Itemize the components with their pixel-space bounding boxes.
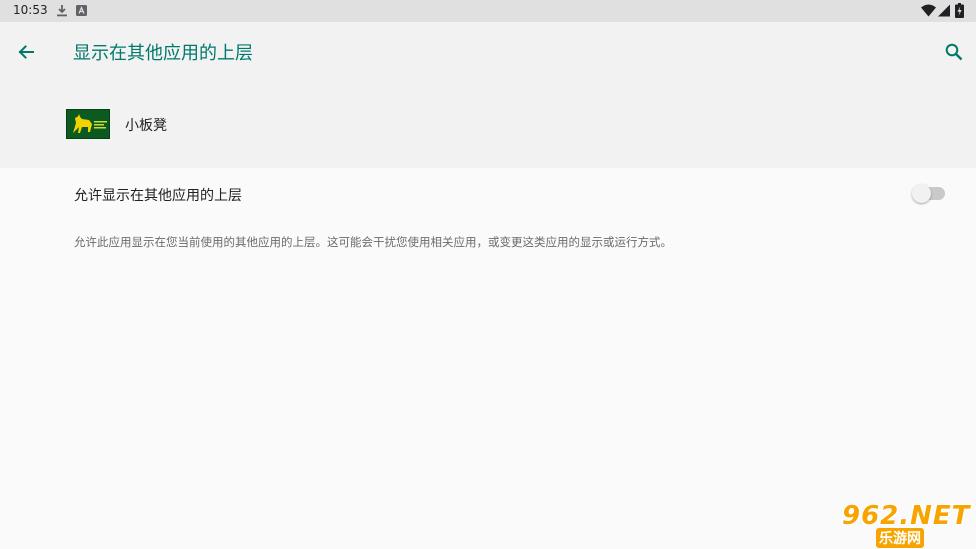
allow-overlay-setting[interactable]: 允许显示在其他应用的上层 <box>0 168 976 218</box>
watermark-sub: 乐游网 <box>876 528 924 548</box>
overlay-toggle-switch[interactable] <box>912 184 946 204</box>
arrow-back-icon <box>18 45 34 59</box>
search-icon <box>945 43 963 61</box>
app-logo-icon <box>66 109 110 139</box>
wifi-icon <box>921 4 936 17</box>
watermark-main: 962.NET <box>842 501 971 531</box>
status-time: 10:53 <box>13 3 48 17</box>
setting-title: 允许显示在其他应用的上层 <box>74 188 242 204</box>
settings-screen: 10:53 显示在其他应用的上层 小板凳 允许显示在其他应用的上层 允许此应用显… <box>0 0 976 549</box>
search-button[interactable] <box>938 36 970 68</box>
app-notification-icon <box>76 5 87 16</box>
app-name: 小板凳 <box>125 118 167 134</box>
status-bar: 10:53 <box>0 0 976 22</box>
toggle-thumb <box>912 184 931 203</box>
app-header: 显示在其他应用的上层 小板凳 <box>0 22 976 168</box>
page-title: 显示在其他应用的上层 <box>73 43 253 64</box>
download-icon <box>57 5 67 17</box>
signal-icon <box>938 4 950 17</box>
battery-icon <box>955 3 964 18</box>
back-button[interactable] <box>10 36 42 68</box>
site-watermark: 962.NET 乐游网 <box>836 501 976 549</box>
setting-summary: 允许此应用显示在您当前使用的其他应用的上层。这可能会干扰您使用相关应用，或变更这… <box>74 235 672 249</box>
